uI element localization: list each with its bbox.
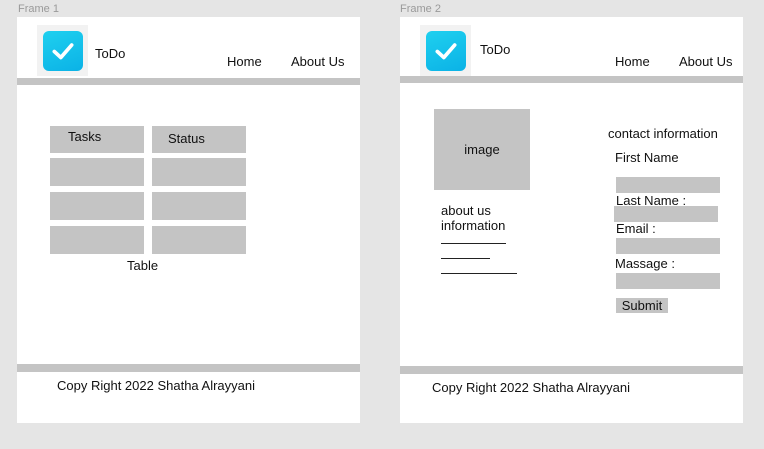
frame-1: ToDo Home About Us Tasks Status Table Co… (17, 17, 360, 423)
frame-1-label: Frame 1 (18, 3, 59, 15)
table-cell (50, 158, 144, 186)
checkmark-icon (51, 42, 74, 59)
table-caption: Table (127, 258, 159, 273)
footer-copyright: Copy Right 2022 Shatha Alrayyani (432, 380, 631, 395)
nav-about-us[interactable]: About Us (291, 54, 344, 69)
table-header-label: Tasks (68, 129, 102, 144)
footer-divider (17, 364, 360, 372)
image-placeholder: image (434, 109, 530, 190)
table-cell (152, 226, 246, 254)
frame-2: ToDo Home About Us image about us inform… (400, 17, 743, 423)
contact-title: contact information (608, 126, 718, 141)
nav-home[interactable]: Home (615, 54, 650, 69)
app-name: ToDo (480, 42, 511, 57)
table-cell (152, 158, 246, 186)
logo-tile (425, 30, 466, 71)
table-cell (50, 192, 144, 220)
email-label: Email : (616, 221, 656, 236)
submit-button[interactable]: Submit (616, 298, 668, 313)
message-label: Massage : (615, 256, 675, 271)
nav-about-us[interactable]: About Us (679, 54, 732, 69)
first-name-input[interactable] (616, 177, 720, 193)
table-header-status: Status (152, 126, 246, 153)
image-label: image (464, 142, 500, 157)
frame-2-label: Frame 2 (400, 3, 441, 15)
header-divider (400, 76, 743, 83)
table-cell (50, 226, 144, 254)
footer-copyright: Copy Right 2022 Shatha Alrayyani (57, 378, 256, 393)
footer-divider (400, 366, 743, 374)
header-divider (17, 78, 360, 85)
placeholder-line (441, 273, 517, 274)
checkmark-icon (434, 42, 457, 59)
table-header-label: Status (168, 131, 205, 146)
table-header-tasks: Tasks (50, 126, 144, 153)
first-name-label: First Name (615, 150, 679, 165)
message-input[interactable] (616, 273, 720, 289)
logo[interactable] (37, 25, 88, 76)
table-cell (152, 192, 246, 220)
logo[interactable] (420, 25, 471, 76)
nav-home[interactable]: Home (227, 54, 262, 69)
app-name: ToDo (95, 46, 126, 61)
placeholder-line (441, 258, 490, 259)
email-input[interactable] (616, 238, 720, 254)
last-name-input[interactable] (614, 206, 718, 222)
about-info-line2: information (441, 218, 506, 233)
logo-tile (42, 30, 83, 71)
about-info-line1: about us (441, 203, 491, 218)
placeholder-line (441, 243, 506, 244)
